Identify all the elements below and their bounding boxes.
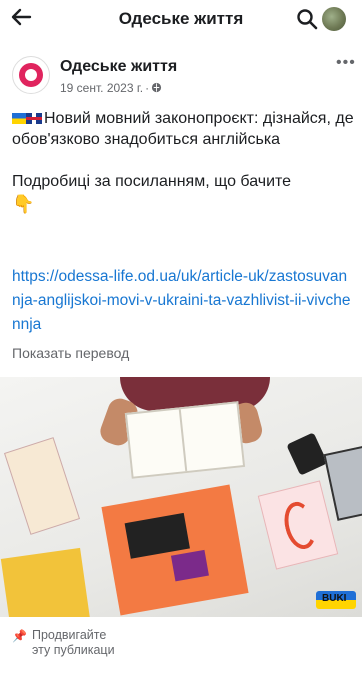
profile-avatar[interactable] — [322, 7, 346, 31]
show-translation-link[interactable]: Показать перевод — [12, 345, 129, 361]
top-bar: Одеське життя — [0, 0, 362, 38]
pin-icon: 📌 — [12, 629, 27, 643]
post-image[interactable]: BUKI — [0, 377, 362, 617]
book — [3, 437, 81, 535]
more-options-button[interactable]: ••• — [336, 54, 356, 72]
search-button[interactable] — [296, 8, 318, 30]
open-book — [124, 401, 246, 479]
post-text-line-2: Подробиці за посиланням, що бачите — [12, 173, 292, 190]
search-icon — [297, 9, 318, 30]
post-header: Одеське життя 19 сент. 2023 г. · ••• — [0, 48, 362, 98]
phone — [286, 432, 328, 476]
uk-flag-icon — [26, 113, 42, 124]
promote-label: Продвигайте эту публикаци — [32, 628, 115, 657]
more-horizontal-icon: ••• — [336, 54, 356, 71]
book — [101, 484, 249, 616]
post-text: Новий мовний законопроєкт: дізнайся, де … — [12, 108, 354, 215]
brand-label: BUKI — [322, 593, 347, 604]
post-date[interactable]: 19 сент. 2023 г. — [60, 81, 143, 95]
globe-icon — [152, 82, 162, 93]
book — [257, 480, 339, 570]
page-avatar[interactable] — [12, 56, 50, 94]
pointing-down-emoji-icon: 👇 — [12, 194, 35, 214]
page-logo-icon — [19, 63, 43, 87]
laptop — [323, 445, 362, 521]
post-meta: 19 сент. 2023 г. · — [60, 81, 162, 95]
post-text-line-1: Новий мовний законопроєкт: дізнайся, де … — [12, 110, 354, 148]
book — [0, 547, 92, 617]
ukraine-flag-icon — [12, 113, 26, 124]
article-link[interactable]: https://odessa-life.od.ua/uk/article-uk/… — [12, 265, 354, 337]
page-name-link[interactable]: Одеське життя — [60, 58, 177, 76]
